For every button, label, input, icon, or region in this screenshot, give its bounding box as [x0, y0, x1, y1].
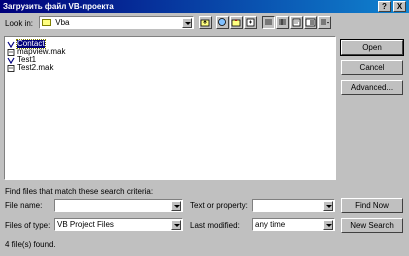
- favorites-icon[interactable]: [230, 16, 243, 29]
- chevron-down-icon[interactable]: [323, 201, 333, 211]
- title-bar: Загрузить файл VB-проекта: [0, 0, 409, 13]
- text-property-label: Text or property:: [190, 201, 248, 210]
- details-view-icon[interactable]: [276, 16, 289, 29]
- file-list[interactable]: Contact mapview.mak Test1 Test2.mak: [4, 36, 336, 180]
- text-property-input[interactable]: [252, 199, 335, 212]
- lookin-value: Vba: [55, 18, 70, 27]
- help-button[interactable]: ?: [378, 1, 391, 12]
- lookin-dropdown[interactable]: Vba: [39, 16, 194, 29]
- preview-icon[interactable]: [304, 16, 317, 29]
- commands-settings-icon[interactable]: [318, 16, 331, 29]
- cancel-button[interactable]: Cancel: [341, 60, 403, 75]
- chevron-down-icon[interactable]: [171, 201, 181, 211]
- up-one-level-icon[interactable]: [199, 16, 212, 29]
- list-item[interactable]: Test2.mak: [5, 64, 335, 72]
- lastmod-dropdown[interactable]: any time: [252, 218, 335, 231]
- lastmod-value: any time: [255, 220, 286, 229]
- window-title: Загрузить файл VB-проекта: [3, 2, 114, 11]
- list-view-icon[interactable]: [262, 16, 275, 29]
- find-now-button[interactable]: Find Now: [341, 198, 403, 213]
- vb-file-icon: [7, 57, 15, 64]
- new-search-button[interactable]: New Search: [341, 218, 403, 233]
- chevron-down-icon[interactable]: [182, 18, 192, 28]
- open-button[interactable]: Open: [340, 39, 404, 56]
- properties-icon[interactable]: [290, 16, 303, 29]
- chevron-down-icon[interactable]: [323, 220, 333, 230]
- filename-label: File name:: [5, 201, 43, 210]
- search-heading: Find files that match these search crite…: [5, 187, 154, 196]
- list-item[interactable]: Test1: [5, 56, 335, 64]
- chevron-down-icon[interactable]: [171, 220, 181, 230]
- advanced-button[interactable]: Advanced...: [341, 80, 403, 95]
- mak-file-icon: [7, 64, 15, 72]
- vb-file-icon: [7, 41, 15, 48]
- lookin-label: Look in:: [5, 19, 34, 28]
- close-button[interactable]: X: [393, 1, 406, 12]
- mak-file-icon: [7, 48, 15, 56]
- add-to-favorites-icon[interactable]: [244, 16, 257, 29]
- folder-icon: [42, 19, 51, 27]
- filetype-label: Files of type:: [5, 221, 51, 230]
- search-web-icon[interactable]: [216, 16, 229, 29]
- filetype-value: VB Project Files: [57, 220, 114, 229]
- list-item[interactable]: mapview.mak: [5, 48, 335, 56]
- filename-input[interactable]: [54, 199, 183, 212]
- status-text: 4 file(s) found.: [5, 240, 56, 249]
- lastmod-label: Last modified:: [190, 221, 240, 230]
- filetype-dropdown[interactable]: VB Project Files: [54, 218, 183, 231]
